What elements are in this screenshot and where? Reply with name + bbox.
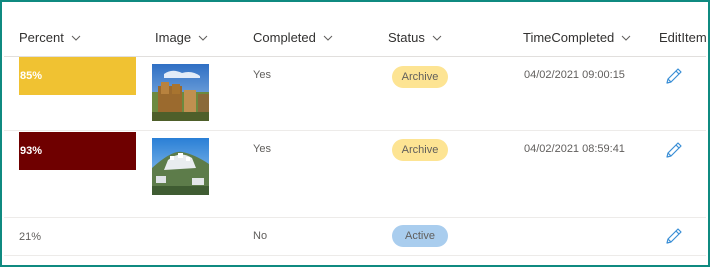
table-row[interactable]: 21% No Active [4, 217, 706, 256]
village-photo-thumbnail [152, 138, 209, 195]
table-row[interactable]: 85% Yes Archive 04/02/2021 09:00:15 [4, 57, 706, 131]
column-header-status[interactable]: Status [388, 30, 442, 45]
chevron-down-icon [621, 35, 631, 41]
chevron-down-icon [432, 35, 442, 41]
time-completed-value: 04/02/2021 09:00:15 [524, 69, 625, 81]
column-header-label: EditItem [659, 30, 707, 45]
column-header-row: Percent Image Completed Status TimeCompl… [4, 22, 707, 57]
percent-value: 21% [19, 231, 42, 243]
column-header-label: TimeCompleted [523, 30, 615, 45]
column-header-timecompleted[interactable]: TimeCompleted [523, 30, 631, 45]
pencil-icon[interactable] [664, 66, 684, 86]
column-header-label: Status [388, 30, 425, 45]
chevron-down-icon [323, 35, 333, 41]
list-view-frame: Percent Image Completed Status TimeCompl… [0, 0, 710, 267]
percent-bar: 85% [19, 57, 136, 95]
column-header-percent[interactable]: Percent [19, 30, 81, 45]
column-header-edititem[interactable]: EditItem [659, 30, 707, 45]
pencil-icon[interactable] [664, 140, 684, 160]
castle-photo-thumbnail [152, 64, 209, 121]
column-header-label: Completed [253, 30, 316, 45]
pencil-icon[interactable] [664, 226, 684, 246]
column-header-completed[interactable]: Completed [253, 30, 333, 45]
completed-value: Yes [253, 69, 271, 81]
completed-value: Yes [253, 143, 271, 155]
column-header-label: Percent [19, 30, 64, 45]
column-header-label: Image [155, 30, 192, 45]
status-badge: Archive [392, 66, 448, 88]
item-image[interactable] [152, 64, 209, 121]
column-header-image[interactable]: Image [155, 30, 208, 45]
time-completed-value: 04/02/2021 08:59:41 [524, 143, 625, 155]
percent-bar: 93% [19, 132, 136, 170]
table-row[interactable]: 93% Yes Archive 04/02/2021 08:59:41 [4, 130, 706, 218]
chevron-down-icon [71, 35, 81, 41]
status-badge: Active [392, 225, 448, 247]
status-badge: Archive [392, 139, 448, 161]
completed-value: No [253, 230, 268, 242]
item-image[interactable] [152, 138, 209, 195]
chevron-down-icon [198, 35, 208, 41]
